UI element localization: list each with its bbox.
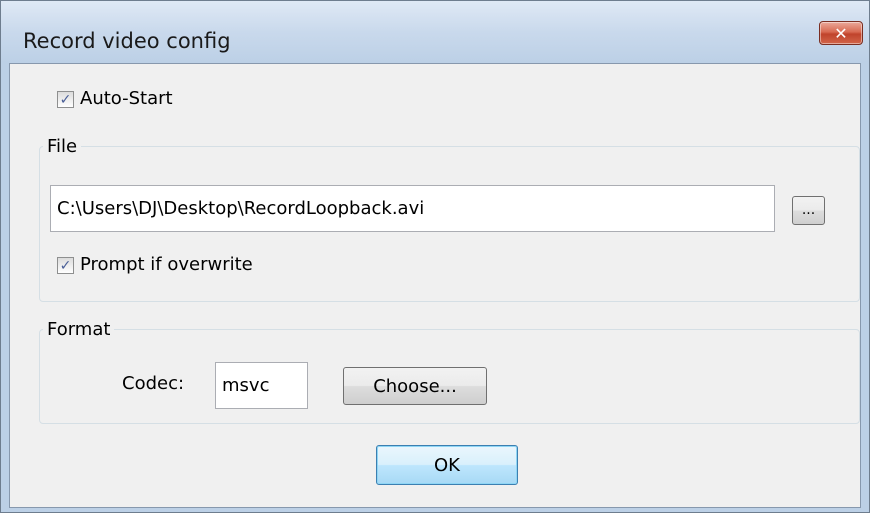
choose-codec-button[interactable]: Choose... — [343, 367, 487, 405]
prompt-overwrite-checkbox[interactable]: ✓ — [57, 257, 74, 274]
ok-button-label: OK — [434, 454, 460, 476]
codec-input[interactable]: msvc — [215, 362, 308, 409]
auto-start-label[interactable]: Auto-Start — [80, 88, 173, 109]
file-path-input[interactable]: C:\Users\DJ\Desktop\RecordLoopback.avi — [50, 185, 775, 232]
browse-button[interactable]: ... — [792, 196, 825, 225]
file-group-title: File — [43, 136, 82, 157]
close-icon: ✕ — [834, 23, 848, 43]
choose-button-label: Choose... — [373, 375, 457, 397]
auto-start-checkbox[interactable]: ✓ — [57, 91, 74, 108]
browse-button-label: ... — [801, 202, 816, 218]
codec-label: Codec: — [122, 373, 185, 394]
format-group-title: Format — [43, 319, 115, 340]
prompt-overwrite-label[interactable]: Prompt if overwrite — [80, 254, 253, 275]
close-button[interactable]: ✕ — [819, 21, 863, 45]
ok-button[interactable]: OK — [376, 445, 518, 485]
title-bar[interactable]: Record video config ✕ — [1, 1, 869, 63]
checkmark-icon: ✓ — [59, 257, 72, 274]
window-title: Record video config — [23, 29, 231, 53]
checkmark-icon: ✓ — [59, 91, 72, 108]
record-video-config-dialog: Record video config ✕ ✓ Auto-Start File … — [0, 0, 870, 513]
dialog-client-area: ✓ Auto-Start File C:\Users\DJ\Desktop\Re… — [9, 63, 861, 508]
